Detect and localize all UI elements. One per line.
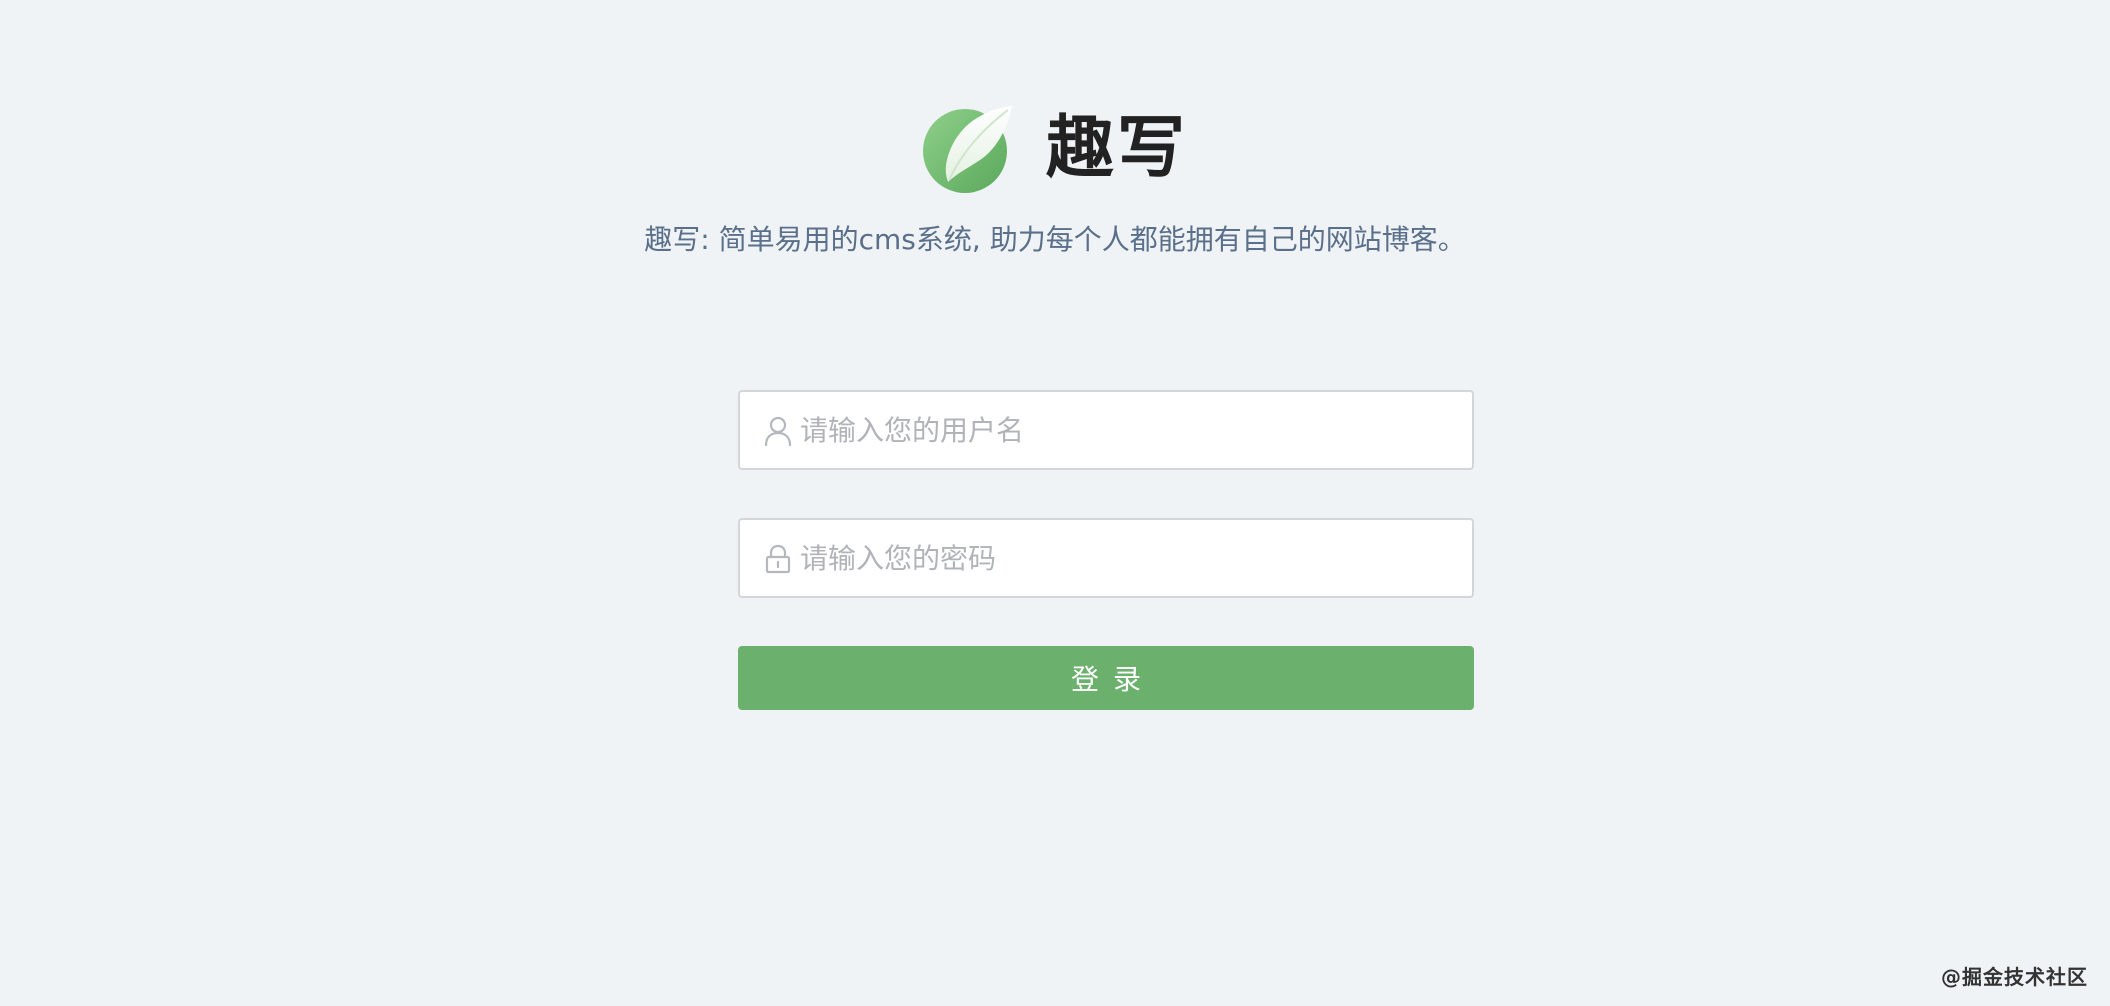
login-form: 登录: [738, 390, 1474, 710]
password-input[interactable]: [800, 520, 1460, 596]
brand-header: 趣写: [0, 104, 2110, 194]
user-icon: [764, 416, 792, 446]
watermark: @掘金技术社区: [1941, 965, 2088, 989]
lock-icon: [765, 544, 791, 574]
login-page: 趣写 趣写: 简单易用的cms系统, 助力每个人都能拥有自己的网站博客。 登录 …: [0, 0, 2110, 1006]
login-button[interactable]: 登录: [738, 646, 1474, 710]
username-input[interactable]: [800, 392, 1460, 468]
password-field-wrapper[interactable]: [738, 518, 1474, 598]
tagline: 趣写: 简单易用的cms系统, 助力每个人都能拥有自己的网站博客。: [644, 223, 1466, 256]
app-title: 趣写: [1045, 109, 1188, 188]
username-field-wrapper[interactable]: [738, 390, 1474, 470]
quill-feather-icon: [922, 106, 1012, 193]
